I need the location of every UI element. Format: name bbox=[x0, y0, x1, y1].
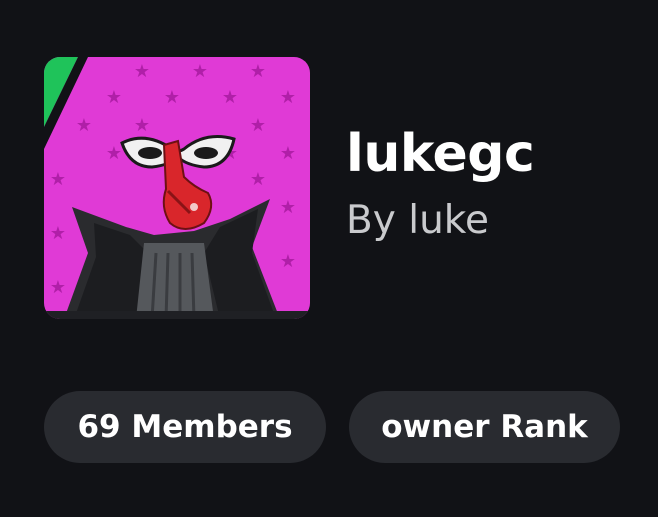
svg-text:★: ★ bbox=[50, 169, 66, 190]
rank-pill[interactable]: owner Rank bbox=[349, 391, 620, 463]
svg-text:★: ★ bbox=[76, 115, 92, 136]
svg-text:★: ★ bbox=[280, 143, 296, 164]
svg-text:★: ★ bbox=[106, 87, 122, 108]
group-emblem-image[interactable]: ★ ★ ★ ★ ★ ★ ★ ★ ★ ★ ★ ★ ★ ★ ★ ★ ★ ★ ★ bbox=[44, 57, 310, 319]
svg-text:★: ★ bbox=[250, 61, 266, 82]
svg-text:★: ★ bbox=[134, 61, 150, 82]
members-count-pill[interactable]: 69 Members bbox=[44, 391, 326, 463]
emblem-artwork: ★ ★ ★ ★ ★ ★ ★ ★ ★ ★ ★ ★ ★ ★ ★ ★ ★ ★ ★ bbox=[44, 57, 310, 319]
svg-text:★: ★ bbox=[164, 87, 180, 108]
svg-text:★: ★ bbox=[250, 169, 266, 190]
svg-text:★: ★ bbox=[192, 61, 208, 82]
svg-text:★: ★ bbox=[50, 223, 66, 244]
svg-text:★: ★ bbox=[106, 143, 122, 164]
group-card: ★ ★ ★ ★ ★ ★ ★ ★ ★ ★ ★ ★ ★ ★ ★ ★ ★ ★ ★ bbox=[0, 0, 658, 517]
svg-text:★: ★ bbox=[222, 87, 238, 108]
group-owner-line[interactable]: By luke bbox=[346, 196, 489, 246]
group-title: lukegc bbox=[346, 124, 535, 184]
svg-text:★: ★ bbox=[250, 115, 266, 136]
svg-text:★: ★ bbox=[280, 87, 296, 108]
svg-text:★: ★ bbox=[280, 197, 296, 218]
svg-text:★: ★ bbox=[134, 115, 150, 136]
svg-text:★: ★ bbox=[50, 277, 66, 298]
svg-text:★: ★ bbox=[280, 251, 296, 272]
